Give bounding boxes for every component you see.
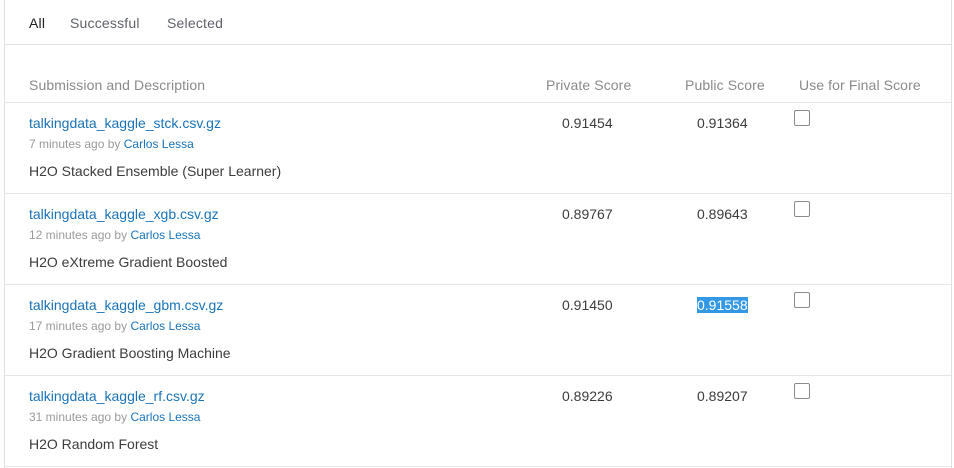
submission-time: 12 minutes ago <box>29 228 112 242</box>
tab-all[interactable]: All <box>29 15 45 31</box>
by-label: by <box>114 228 128 242</box>
submission-file-link[interactable]: talkingdata_kaggle_stck.csv.gz <box>29 115 221 131</box>
by-label: by <box>114 410 128 424</box>
use-for-final-checkbox[interactable] <box>794 383 810 399</box>
by-label: by <box>114 319 128 333</box>
submission-meta: 12 minutes ago by Carlos Lessa <box>29 228 200 242</box>
public-score: 0.91364 <box>697 115 748 131</box>
submission-time: 31 minutes ago <box>29 410 112 424</box>
table-header: Submission and Description Private Score… <box>5 70 951 103</box>
filter-tabs: All Successful Selected <box>5 0 951 45</box>
header-public-score: Public Score <box>685 77 765 93</box>
submission-time: 17 minutes ago <box>29 319 112 333</box>
author-link[interactable]: Carlos Lessa <box>130 228 200 242</box>
selected-text-highlight: 0.91558 <box>697 297 748 313</box>
private-score: 0.89767 <box>562 206 613 222</box>
table-row: talkingdata_kaggle_xgb.csv.gz 12 minutes… <box>5 193 951 285</box>
public-score: 0.91558 <box>697 297 748 313</box>
public-score: 0.89207 <box>697 388 748 404</box>
tab-successful[interactable]: Successful <box>70 15 140 31</box>
author-link[interactable]: Carlos Lessa <box>130 319 200 333</box>
table-row: talkingdata_kaggle_stck.csv.gz 7 minutes… <box>5 102 951 194</box>
submission-meta: 31 minutes ago by Carlos Lessa <box>29 410 200 424</box>
private-score: 0.89226 <box>562 388 613 404</box>
submission-description: H2O eXtreme Gradient Boosted <box>29 254 228 270</box>
tab-selected[interactable]: Selected <box>167 15 223 31</box>
header-submission: Submission and Description <box>29 77 206 93</box>
header-private-score: Private Score <box>546 77 632 93</box>
submissions-panel: All Successful Selected Submission and D… <box>4 0 952 468</box>
table-row: talkingdata_kaggle_rf.csv.gz 31 minutes … <box>5 375 951 467</box>
private-score: 0.91454 <box>562 115 613 131</box>
public-score: 0.89643 <box>697 206 748 222</box>
submission-file-link[interactable]: talkingdata_kaggle_gbm.csv.gz <box>29 297 223 313</box>
submission-description: H2O Gradient Boosting Machine <box>29 345 231 361</box>
submission-file-link[interactable]: talkingdata_kaggle_rf.csv.gz <box>29 388 205 404</box>
submission-time: 7 minutes ago <box>29 137 105 151</box>
use-for-final-checkbox[interactable] <box>794 292 810 308</box>
submission-meta: 7 minutes ago by Carlos Lessa <box>29 137 194 151</box>
submission-meta: 17 minutes ago by Carlos Lessa <box>29 319 200 333</box>
header-use-for-final-score: Use for Final Score <box>799 77 921 93</box>
submission-description: H2O Random Forest <box>29 436 159 452</box>
author-link[interactable]: Carlos Lessa <box>124 137 194 151</box>
submission-description: H2O Stacked Ensemble (Super Learner) <box>29 163 282 179</box>
table-row: talkingdata_kaggle_gbm.csv.gz 17 minutes… <box>5 284 951 376</box>
author-link[interactable]: Carlos Lessa <box>130 410 200 424</box>
use-for-final-checkbox[interactable] <box>794 201 810 217</box>
by-label: by <box>107 137 121 151</box>
use-for-final-checkbox[interactable] <box>794 110 810 126</box>
private-score: 0.91450 <box>562 297 613 313</box>
submission-file-link[interactable]: talkingdata_kaggle_xgb.csv.gz <box>29 206 219 222</box>
